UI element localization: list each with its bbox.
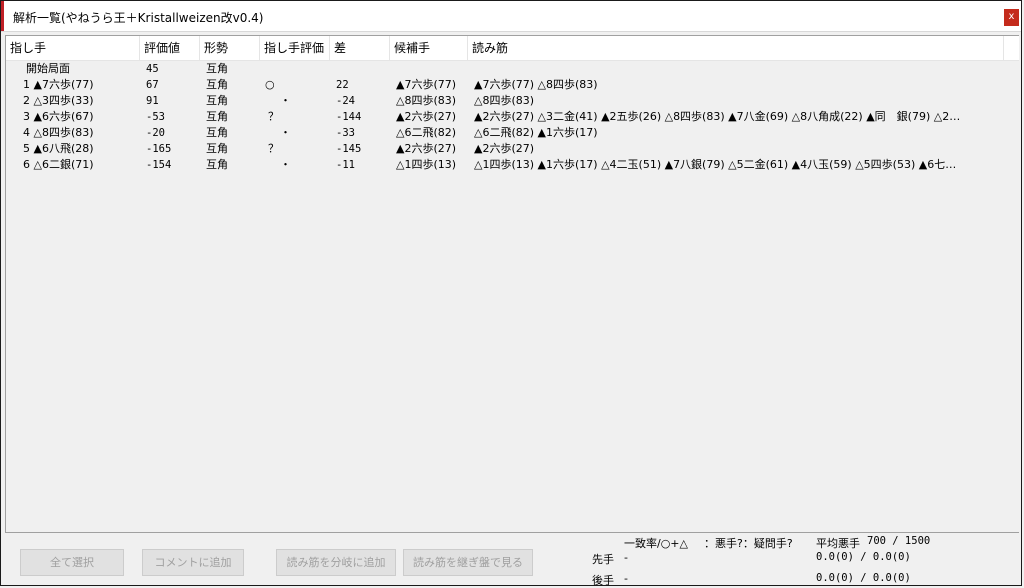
stats-header-match: 一致率/○+△ <box>624 537 688 550</box>
cell-diff: -24 <box>336 95 355 107</box>
cell-candidate: △1四歩(13) <box>396 158 457 171</box>
cell-rating: ・ <box>280 94 291 107</box>
cell-move: 2 △3四歩(33) <box>23 94 94 107</box>
cell-diff: -11 <box>336 159 355 171</box>
view-pv-board-button[interactable]: 読み筋を継ぎ盤で見る <box>403 549 533 576</box>
select-all-button[interactable]: 全て選択 <box>20 549 124 576</box>
cell-candidate: △6二飛(82) <box>396 126 457 139</box>
table-row[interactable]: 5 ▲6八飛(28) -165 互角 ？ -145 ▲2六歩(27) ▲2六歩(… <box>6 141 1019 157</box>
stats-sente-match: - <box>624 551 628 564</box>
cell-pv: ▲7六歩(77) △8四歩(83) <box>474 78 598 91</box>
cell-move: 6 △6二銀(71) <box>23 158 94 171</box>
cell-candidate: ▲2六歩(27) <box>396 142 457 155</box>
cell-pv: △8四歩(83) <box>474 94 535 107</box>
column-header-candidate[interactable]: 候補手 <box>390 36 468 60</box>
table-row[interactable]: 4 △8四歩(83) -20 互角 ・ -33 △6二飛(82) △6二飛(82… <box>6 125 1019 141</box>
cell-eval: 45 <box>146 63 159 75</box>
table-row[interactable]: 3 ▲6六歩(67) -53 互角 ？ -144 ▲2六歩(27) ▲2六歩(2… <box>6 109 1019 125</box>
analysis-list[interactable]: 指し手 評価値 形勢 指し手評価 差 候補手 読み筋 開始局面 45 互角 1 … <box>5 35 1019 533</box>
cell-eval: 91 <box>146 95 159 107</box>
stats-gote-value: 0.0(0) / 0.0(0) <box>816 572 911 584</box>
stats-header-bad: ：悪手?：疑問手? <box>704 537 793 550</box>
cell-eval: 67 <box>146 79 159 91</box>
cell-rating: ○ <box>265 78 275 91</box>
stats-sente-value: 0.0(0) / 0.0(0) <box>816 551 911 563</box>
cell-state: 互角 <box>206 94 228 107</box>
cell-eval: -165 <box>146 143 172 155</box>
table-row[interactable]: 2 △3四歩(33) 91 互角 ・ -24 △8四歩(83) △8四歩(83) <box>6 93 1019 109</box>
cell-state: 互角 <box>206 142 228 155</box>
column-header-eval[interactable]: 評価値 <box>140 36 200 60</box>
cell-diff: -145 <box>336 143 362 155</box>
column-header-move[interactable]: 指し手 <box>6 36 140 60</box>
window-title: 解析一覧(やねうら王＋Kristallweizen改v0.4) <box>13 11 264 25</box>
title-accent <box>1 1 4 31</box>
stats-avg-label: 平均悪手 <box>816 537 860 550</box>
cell-candidate: △8四歩(83) <box>396 94 457 107</box>
cell-pv: △1四歩(13) ▲1六歩(17) △4二玉(51) ▲7八銀(79) △5二金… <box>474 158 957 171</box>
cell-move: 開始局面 <box>26 62 70 75</box>
cell-move: 5 ▲6八飛(28) <box>23 142 94 155</box>
cell-move: 4 △8四歩(83) <box>23 126 94 139</box>
cell-rating: ・ <box>280 158 291 171</box>
column-header-diff[interactable]: 差 <box>330 36 390 60</box>
cell-eval: -20 <box>146 127 165 139</box>
stats-avg-value: 700 / 1500 <box>867 535 931 547</box>
table-row[interactable]: 6 △6二銀(71) -154 互角 ・ -11 △1四歩(13) △1四歩(1… <box>6 157 1019 173</box>
cell-eval: -154 <box>146 159 172 171</box>
add-pv-branch-button[interactable]: 読み筋を分岐に追加 <box>276 549 396 576</box>
title-bar[interactable]: 解析一覧(やねうら王＋Kristallweizen改v0.4) x <box>1 1 1021 32</box>
stats-sente-label: 先手 <box>592 553 614 566</box>
cell-eval: -53 <box>146 111 165 123</box>
cell-pv: △6二飛(82) ▲1六歩(17) <box>474 126 598 139</box>
cell-rating: ？ <box>268 142 279 155</box>
add-comment-button[interactable]: コメントに追加 <box>142 549 244 576</box>
cell-pv: ▲2六歩(27) △3二金(41) ▲2五歩(26) △8四歩(83) ▲7八金… <box>474 110 961 123</box>
cell-state: 互角 <box>206 62 228 75</box>
cell-pv: ▲2六歩(27) <box>474 142 535 155</box>
column-header-pv[interactable]: 読み筋 <box>468 36 1004 60</box>
cell-move: 3 ▲6六歩(67) <box>23 110 94 123</box>
list-rows: 開始局面 45 互角 1 ▲7六歩(77) 67 互角 ○ 22 ▲7六歩(77… <box>6 61 1019 173</box>
cell-candidate: ▲2六歩(27) <box>396 110 457 123</box>
cell-diff: 22 <box>336 79 349 91</box>
table-row[interactable]: 開始局面 45 互角 <box>6 61 1019 77</box>
table-row[interactable]: 1 ▲7六歩(77) 67 互角 ○ 22 ▲7六歩(77) ▲7六歩(77) … <box>6 77 1019 93</box>
cell-diff: -33 <box>336 127 355 139</box>
column-header-rating[interactable]: 指し手評価 <box>260 36 330 60</box>
stats-gote-match: - <box>624 572 628 585</box>
cell-candidate: ▲7六歩(77) <box>396 78 457 91</box>
cell-rating: ・ <box>280 126 291 139</box>
column-header-state[interactable]: 形勢 <box>200 36 260 60</box>
stats-gote-label: 後手 <box>592 574 614 587</box>
cell-rating: ？ <box>268 110 279 123</box>
analysis-list-window: 解析一覧(やねうら王＋Kristallweizen改v0.4) x 指し手 評価… <box>0 0 1023 587</box>
cell-state: 互角 <box>206 126 228 139</box>
cell-diff: -144 <box>336 111 362 123</box>
cell-state: 互角 <box>206 158 228 171</box>
cell-state: 互角 <box>206 78 228 91</box>
cell-state: 互角 <box>206 110 228 123</box>
list-header: 指し手 評価値 形勢 指し手評価 差 候補手 読み筋 <box>6 36 1019 61</box>
cell-move: 1 ▲7六歩(77) <box>23 78 94 91</box>
close-button[interactable]: x <box>1004 9 1019 26</box>
footer-panel: 全て選択 コメントに追加 読み筋を分岐に追加 読み筋を継ぎ盤で見る 一致率/○+… <box>1 533 1023 587</box>
